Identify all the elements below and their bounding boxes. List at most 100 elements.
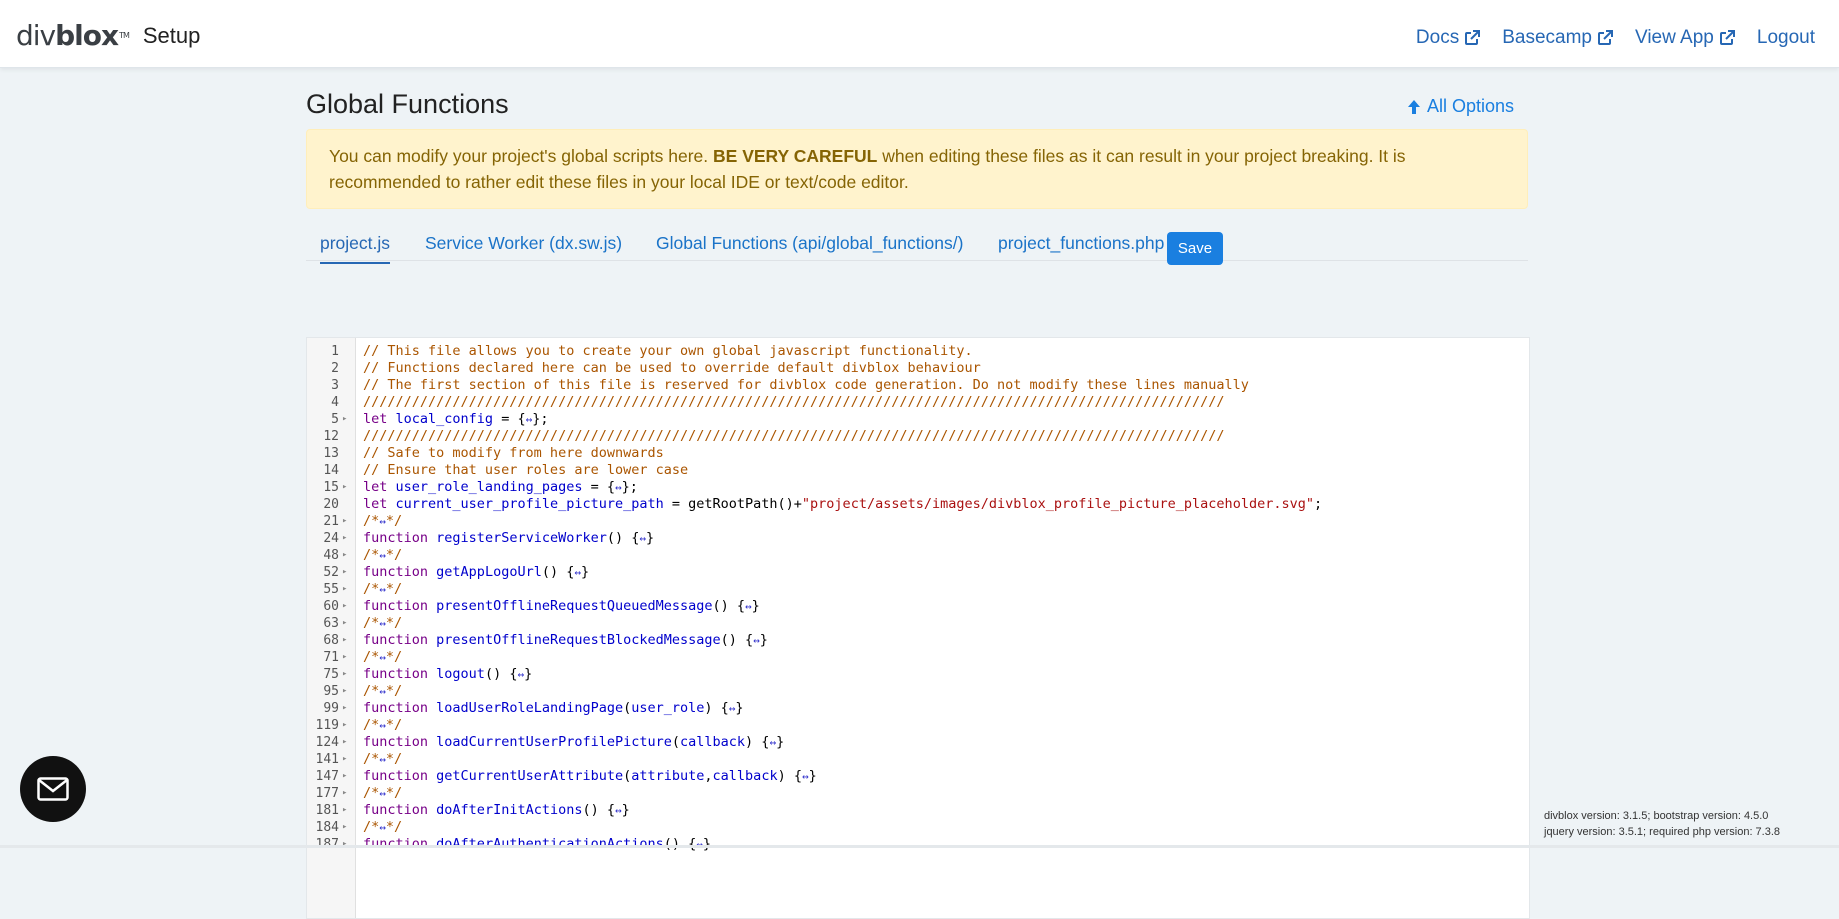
fold-arrow-icon[interactable]: ▸: [342, 768, 347, 785]
docs-label: Docs: [1415, 27, 1460, 48]
code-text: let local_config = {↔};: [363, 411, 549, 427]
fold-arrow-icon[interactable]: ▸: [342, 683, 347, 700]
code-line: 12 //////////////////////////////////////…: [307, 428, 1529, 445]
fold-arrow-icon[interactable]: ▸: [342, 751, 347, 768]
code-editor[interactable]: 1 // This file allows you to create your …: [306, 337, 1530, 919]
code-lines: 1 // This file allows you to create your …: [307, 343, 1529, 853]
line-number: 5: [331, 412, 339, 427]
arrow-up-icon: [1407, 99, 1420, 114]
version-line-2: jquery version: 3.5.1; required php vers…: [1544, 826, 1781, 838]
fold-arrow-icon[interactable]: ▸: [342, 700, 347, 717]
code-line: 95 ▸ /*↔*/: [307, 683, 1529, 700]
fold-arrow-icon[interactable]: ▸: [342, 717, 347, 734]
line-number: 48: [323, 548, 339, 563]
line-number: 14: [323, 463, 339, 478]
code-line: 181 ▸ function doAfterInitActions() {↔}: [307, 802, 1529, 819]
code-line: 20 let current_user_profile_picture_path …: [307, 496, 1529, 513]
code-text: // Functions declared here can be used t…: [363, 360, 981, 376]
line-number: 147: [315, 769, 339, 784]
fold-arrow-icon[interactable]: ▸: [342, 632, 347, 649]
line-number: 55: [323, 582, 339, 597]
mail-button[interactable]: [20, 756, 86, 822]
alert-text-a: You can modify your project's global scr…: [329, 146, 714, 166]
fold-arrow-icon[interactable]: ▸: [342, 411, 347, 428]
fold-arrow-icon[interactable]: ▸: [342, 547, 347, 564]
fold-arrow-icon[interactable]: ▸: [342, 530, 347, 547]
external-link-icon: [1719, 30, 1735, 45]
tab-service-worker[interactable]: Service Worker (dx.sw.js): [425, 233, 622, 254]
line-number: 20: [323, 497, 339, 512]
code-line: 2 // Functions declared here can be used …: [307, 360, 1529, 377]
code-text: // The first section of this file is res…: [363, 377, 1249, 393]
tab-project-functions-php[interactable]: project_functions.php: [998, 233, 1164, 254]
code-text: /*↔*/: [363, 717, 403, 733]
line-number: 12: [323, 429, 339, 444]
basecamp-link[interactable]: Basecamp: [1502, 27, 1613, 49]
tab-global-functions[interactable]: Global Functions (api/global_functions/): [656, 233, 963, 254]
fold-arrow-icon[interactable]: ▸: [342, 785, 347, 802]
all-options-link[interactable]: All Options: [1407, 96, 1514, 117]
save-button[interactable]: Save: [1167, 232, 1223, 265]
fold-arrow-icon[interactable]: ▸: [342, 615, 347, 632]
code-line: 99 ▸ function loadUserRoleLandingPage(user…: [307, 700, 1529, 717]
code-text: function presentOfflineRequestBlockedMes…: [363, 632, 768, 648]
code-text: /*↔*/: [363, 819, 403, 835]
view-app-link[interactable]: View App: [1635, 27, 1735, 49]
code-line: 21 ▸ /*↔*/: [307, 513, 1529, 530]
fold-arrow-icon[interactable]: ▸: [342, 802, 347, 819]
code-line: 119 ▸ /*↔*/: [307, 717, 1529, 734]
code-text: /*↔*/: [363, 785, 403, 801]
docs-link[interactable]: Docs: [1415, 27, 1481, 49]
page-title: Global Functions: [306, 89, 509, 119]
code-line: 48 ▸ /*↔*/: [307, 547, 1529, 564]
fold-arrow-icon[interactable]: ▸: [342, 819, 347, 836]
code-text: // This file allows you to create your o…: [363, 343, 973, 359]
fold-arrow-icon[interactable]: ▸: [342, 564, 347, 581]
code-line: 71 ▸ /*↔*/: [307, 649, 1529, 666]
line-number: 68: [323, 633, 339, 648]
code-line: 141 ▸ /*↔*/: [307, 751, 1529, 768]
fold-arrow-icon[interactable]: ▸: [342, 649, 347, 666]
line-number: 184: [315, 820, 339, 835]
all-options-label: All Options: [1426, 96, 1514, 116]
line-number: 99: [323, 701, 339, 716]
basecamp-label: Basecamp: [1502, 27, 1592, 48]
line-number: 60: [323, 599, 339, 614]
code-line: 55 ▸ /*↔*/: [307, 581, 1529, 598]
line-number: 141: [315, 752, 339, 767]
line-number: 2: [331, 361, 339, 376]
fold-arrow-icon[interactable]: ▸: [342, 734, 347, 751]
fold-arrow-icon[interactable]: ▸: [342, 598, 347, 615]
line-number: 3: [331, 378, 339, 393]
setup-title: Setup: [142, 23, 201, 48]
view-app-label: View App: [1634, 27, 1714, 48]
tab-project-js[interactable]: project.js: [320, 233, 391, 264]
fold-arrow-icon[interactable]: ▸: [342, 666, 347, 683]
line-number: 1: [331, 344, 339, 359]
code-text: function loadUserRoleLandingPage(user_ro…: [363, 700, 744, 716]
code-line: 75 ▸ function logout() {↔}: [307, 666, 1529, 683]
logout-link[interactable]: Logout: [1757, 27, 1815, 49]
version-line-1: divblox version: 3.1.5; bootstrap versio…: [1544, 810, 1769, 822]
code-line: 14 // Ensure that user roles are lower ca…: [307, 462, 1529, 479]
brand[interactable]: divbloxTM Setup: [16, 20, 200, 52]
code-text: function doAfterInitActions() {↔}: [363, 802, 630, 818]
fold-arrow-icon[interactable]: ▸: [342, 581, 347, 598]
code-text: let user_role_landing_pages = {↔};: [363, 479, 638, 495]
external-link-icon: [1597, 30, 1613, 45]
fold-arrow-icon[interactable]: ▸: [342, 479, 347, 496]
line-number: 124: [315, 735, 339, 750]
code-text: function registerServiceWorker() {↔}: [363, 530, 655, 546]
code-text: // Ensure that user roles are lower case: [363, 462, 689, 478]
top-navbar: divbloxTM Setup Docs Basecamp View App L…: [0, 0, 1839, 68]
code-text: /*↔*/: [363, 581, 403, 597]
code-line: 24 ▸ function registerServiceWorker() {↔}: [307, 530, 1529, 547]
line-number: 71: [323, 650, 339, 665]
code-text: /*↔*/: [363, 615, 403, 631]
fold-arrow-icon[interactable]: ▸: [342, 513, 347, 530]
code-text: /*↔*/: [363, 751, 403, 767]
code-text: function logout() {↔}: [363, 666, 533, 682]
code-text: function getAppLogoUrl() {↔}: [363, 564, 590, 580]
line-number: 177: [315, 786, 339, 801]
line-number: 4: [331, 395, 339, 410]
